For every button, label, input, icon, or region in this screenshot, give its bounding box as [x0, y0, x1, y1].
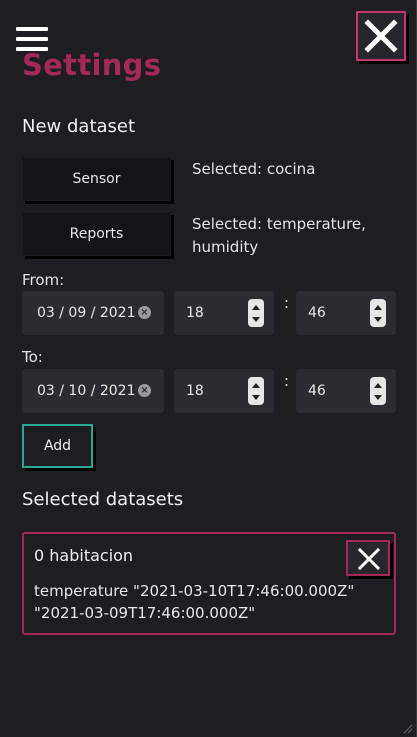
to-date-value: 03 / 10 / 2021 — [37, 383, 136, 399]
time-separator: : — [284, 294, 290, 312]
to-label: To: — [22, 348, 43, 366]
from-hour-input[interactable]: 18 — [174, 291, 274, 335]
remove-dataset-button[interactable] — [346, 540, 390, 576]
from-date-value: 03 / 09 / 2021 — [37, 305, 136, 321]
sensor-button[interactable]: Sensor — [22, 157, 171, 201]
from-date-input[interactable]: 03 / 09 / 2021 × — [22, 291, 164, 335]
close-settings-button[interactable] — [356, 11, 406, 61]
reports-selected-text: Selected: temperature, humidity — [192, 213, 366, 259]
new-dataset-heading: New dataset — [22, 116, 136, 137]
page-title: Settings — [22, 48, 162, 82]
spinner-icon[interactable] — [370, 377, 386, 405]
to-hour-value: 18 — [186, 383, 204, 399]
spinner-icon[interactable] — [248, 377, 264, 405]
from-hour-value: 18 — [186, 305, 204, 321]
add-dataset-button[interactable]: Add — [22, 424, 93, 468]
to-minute-input[interactable]: 46 — [296, 369, 396, 413]
to-hour-input[interactable]: 18 — [174, 369, 274, 413]
spinner-icon[interactable] — [370, 299, 386, 327]
clear-date-icon[interactable]: × — [138, 384, 151, 397]
to-date-input[interactable]: 03 / 10 / 2021 × — [22, 369, 164, 413]
dataset-detail-line2: "2021-03-09T17:46:00.000Z" — [34, 604, 256, 622]
to-minute-value: 46 — [308, 383, 326, 399]
dataset-name: 0 habitacion — [34, 546, 134, 565]
close-x-icon — [364, 19, 398, 53]
dataset-card: 0 habitacion temperature "2021-03-10T17:… — [22, 532, 396, 635]
resize-grip-icon[interactable] — [401, 722, 413, 734]
selected-datasets-heading: Selected datasets — [22, 489, 184, 510]
spinner-icon[interactable] — [248, 299, 264, 327]
dataset-detail: temperature "2021-03-10T17:46:00.000Z" "… — [34, 580, 354, 624]
close-x-icon — [358, 548, 380, 570]
reports-selected-line1: Selected: temperature, — [192, 215, 366, 233]
reports-button[interactable]: Reports — [22, 212, 171, 256]
settings-panel: Settings New dataset Sensor Selected: co… — [0, 0, 417, 737]
from-minute-input[interactable]: 46 — [296, 291, 396, 335]
from-minute-value: 46 — [308, 305, 326, 321]
reports-selected-line2: humidity — [192, 238, 259, 256]
sensor-selected-text: Selected: cocina — [192, 160, 316, 178]
dataset-detail-line1: temperature "2021-03-10T17:46:00.000Z" — [34, 582, 355, 600]
time-separator: : — [284, 372, 290, 390]
from-label: From: — [22, 271, 65, 289]
clear-date-icon[interactable]: × — [138, 306, 151, 319]
